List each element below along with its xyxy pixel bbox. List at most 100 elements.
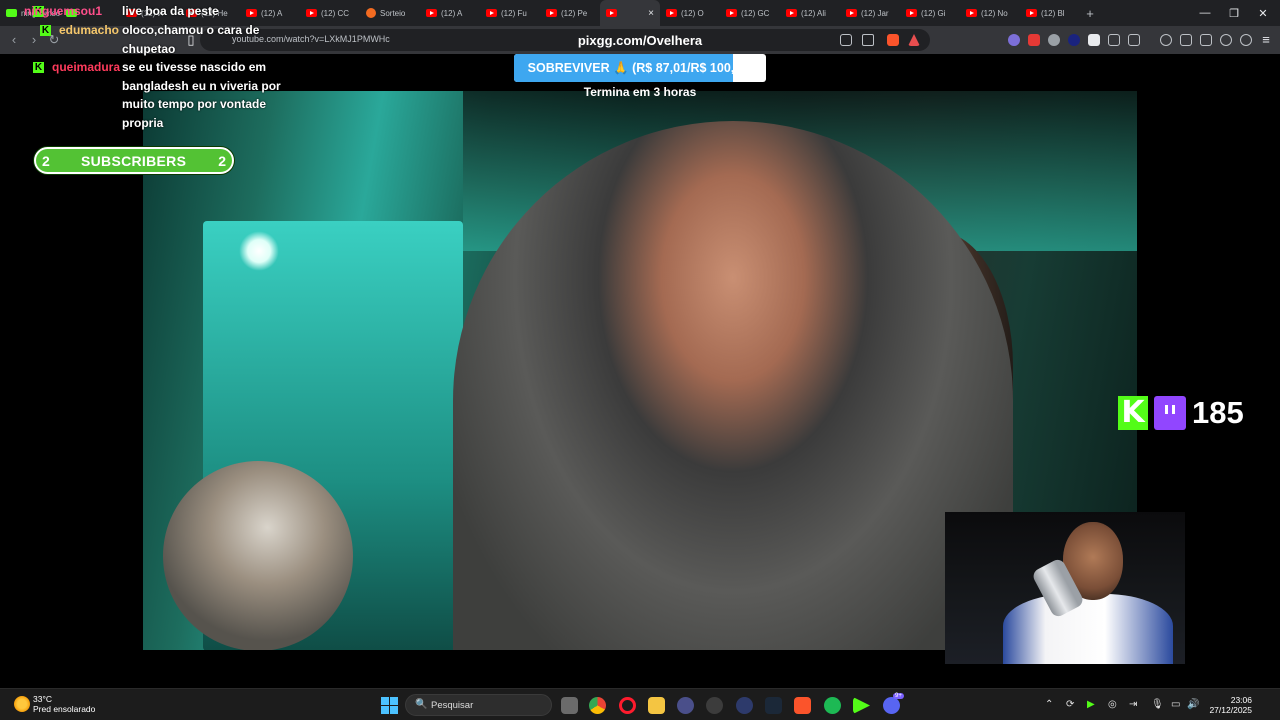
opera-icon[interactable] <box>619 697 636 714</box>
discord-icon[interactable] <box>883 697 900 714</box>
windows-taskbar: 33°C Pred ensolarado 🔍 Pesquisar 9+ ⌃ ⟳ … <box>0 688 1280 720</box>
kick-badge-icon: K <box>40 25 51 36</box>
play-app-icon[interactable] <box>853 697 870 714</box>
youtube-favicon-icon <box>666 9 677 17</box>
youtube-favicon-icon <box>786 9 797 17</box>
browser-tab[interactable]: (12) Ali <box>780 0 840 26</box>
video-light <box>239 231 279 271</box>
youtube-favicon-icon <box>426 9 437 17</box>
tab-close-icon[interactable]: × <box>648 8 654 19</box>
app-icon[interactable] <box>736 697 753 714</box>
search-placeholder: Pesquisar <box>431 700 474 711</box>
menu-icon[interactable]: ≡ <box>1258 32 1274 48</box>
start-tile <box>390 706 398 714</box>
tab-title: (12) Pe <box>561 8 588 18</box>
viewer-counter: K 185 <box>1118 395 1244 430</box>
screenshot-icon[interactable] <box>1128 34 1140 46</box>
youtube-favicon-icon <box>546 9 557 17</box>
start-button[interactable] <box>381 697 398 714</box>
subscribers-count-right: 2 <box>218 153 226 169</box>
network-icon[interactable]: ▭ <box>1171 699 1180 710</box>
weather-widget[interactable]: 33°C Pred ensolarado <box>33 694 95 714</box>
back-icon[interactable]: ‹ <box>6 32 22 48</box>
file-explorer-icon[interactable] <box>648 697 665 714</box>
browser-tab[interactable]: (12) Bl <box>1020 0 1080 26</box>
volume-icon[interactable]: 🔊 <box>1187 699 1199 710</box>
youtube-favicon-icon <box>726 9 737 17</box>
donation-goal-bar: SOBREVIVER 🙏 (R$ 87,01/R$ 100,00) <box>514 54 766 82</box>
browser-tab[interactable]: (12) Jar <box>840 0 900 26</box>
browser-tab[interactable]: (12) O <box>660 0 720 26</box>
extension-icon[interactable] <box>1028 34 1040 46</box>
brave-shield-icon[interactable] <box>887 34 899 46</box>
discord-badge: 9+ <box>893 693 904 699</box>
start-tile <box>381 706 389 714</box>
browser-tab[interactable]: Sorteio <box>360 0 420 26</box>
browser-tab[interactable]: (12) Fu <box>480 0 540 26</box>
tray-app-icon[interactable]: ◎ <box>1108 699 1117 710</box>
browser-tab[interactable]: (12) Gi <box>900 0 960 26</box>
cast-icon[interactable] <box>840 34 852 46</box>
browser-tab[interactable]: (12) No <box>960 0 1020 26</box>
youtube-favicon-icon <box>1026 9 1037 17</box>
youtube-favicon-icon <box>486 9 497 17</box>
music-icon[interactable] <box>1160 34 1172 46</box>
new-tab-button[interactable]: + <box>1080 0 1100 26</box>
extension-icon[interactable] <box>1048 34 1060 46</box>
chat-message: live boa da peste <box>122 4 219 18</box>
youtube-favicon-icon <box>966 9 977 17</box>
youtube-favicon-icon <box>846 9 857 17</box>
tray-chevron-icon[interactable]: ⌃ <box>1045 699 1053 710</box>
app-icon[interactable] <box>706 697 723 714</box>
screen: ninguemsou1(12) И(12) He(12) A(12) CCSor… <box>0 0 1280 720</box>
taskbar-search[interactable]: 🔍 Pesquisar <box>405 694 552 716</box>
weather-temp: 33°C <box>33 694 52 704</box>
wallet-icon[interactable] <box>1200 34 1212 46</box>
tray-arrow-icon[interactable]: ⇥ <box>1129 699 1137 710</box>
tab-title: (12) A <box>441 8 463 18</box>
brave-icon[interactable] <box>794 697 811 714</box>
weather-desc: Pred ensolarado <box>33 704 96 714</box>
browser-tab[interactable]: (12) A <box>420 0 480 26</box>
system-clock[interactable]: 23:06 27/12/2025 <box>1208 695 1252 715</box>
youtube-favicon-icon <box>306 9 317 17</box>
steam-icon[interactable] <box>765 697 782 714</box>
share-icon[interactable] <box>862 34 874 46</box>
extension-icon[interactable] <box>1088 34 1100 46</box>
kick-logo-icon: K <box>1118 396 1148 430</box>
sidebar-icon[interactable] <box>1180 34 1192 46</box>
vpn-icon[interactable] <box>1240 34 1252 46</box>
leo-ai-icon[interactable] <box>1220 34 1232 46</box>
chat-username: edumacho <box>59 23 120 37</box>
search-icon: 🔍 <box>415 699 428 710</box>
app-icon[interactable] <box>677 697 694 714</box>
tab-title: (12) O <box>681 8 704 18</box>
puzzle-icon[interactable] <box>1108 34 1120 46</box>
browser-tab[interactable]: (12) GC <box>720 0 780 26</box>
maximize-button[interactable]: ❐ <box>1219 0 1249 26</box>
tab-title: Sorteio <box>380 8 406 18</box>
close-window-button[interactable]: ✕ <box>1248 0 1278 26</box>
spotify-icon[interactable] <box>824 697 841 714</box>
extension-icon[interactable] <box>1008 34 1020 46</box>
chat-message: oloco,chamou o cara de chupetao <box>122 23 260 56</box>
subscribers-counter: 2 SUBSCRIBERS 2 <box>34 147 234 174</box>
webcam-shirt <box>1003 594 1173 664</box>
browser-tab[interactable]: (12) CC <box>300 0 360 26</box>
extension-icon[interactable] <box>1068 34 1080 46</box>
tray-play-icon[interactable]: ▶ <box>1087 699 1095 710</box>
browser-tab[interactable]: × <box>600 0 660 26</box>
clock-date: 27/12/2025 <box>1209 705 1252 715</box>
microphone-icon[interactable]: 🎙 <box>1151 699 1164 710</box>
kick-badge-icon: K <box>33 62 44 73</box>
minimize-button[interactable]: — <box>1190 0 1220 26</box>
browser-tab[interactable]: (12) Pe <box>540 0 600 26</box>
task-view-icon[interactable] <box>561 697 578 714</box>
tray-sync-icon[interactable]: ⟳ <box>1066 699 1074 710</box>
channel-title: pixgg.com/Ovelhera <box>577 33 703 48</box>
youtube-favicon-icon <box>906 9 917 17</box>
tab-title: (12) Fu <box>501 8 527 18</box>
weather-sun-icon[interactable] <box>14 696 30 712</box>
subscribers-label: SUBSCRIBERS <box>81 153 187 169</box>
chrome-icon[interactable] <box>589 697 606 714</box>
